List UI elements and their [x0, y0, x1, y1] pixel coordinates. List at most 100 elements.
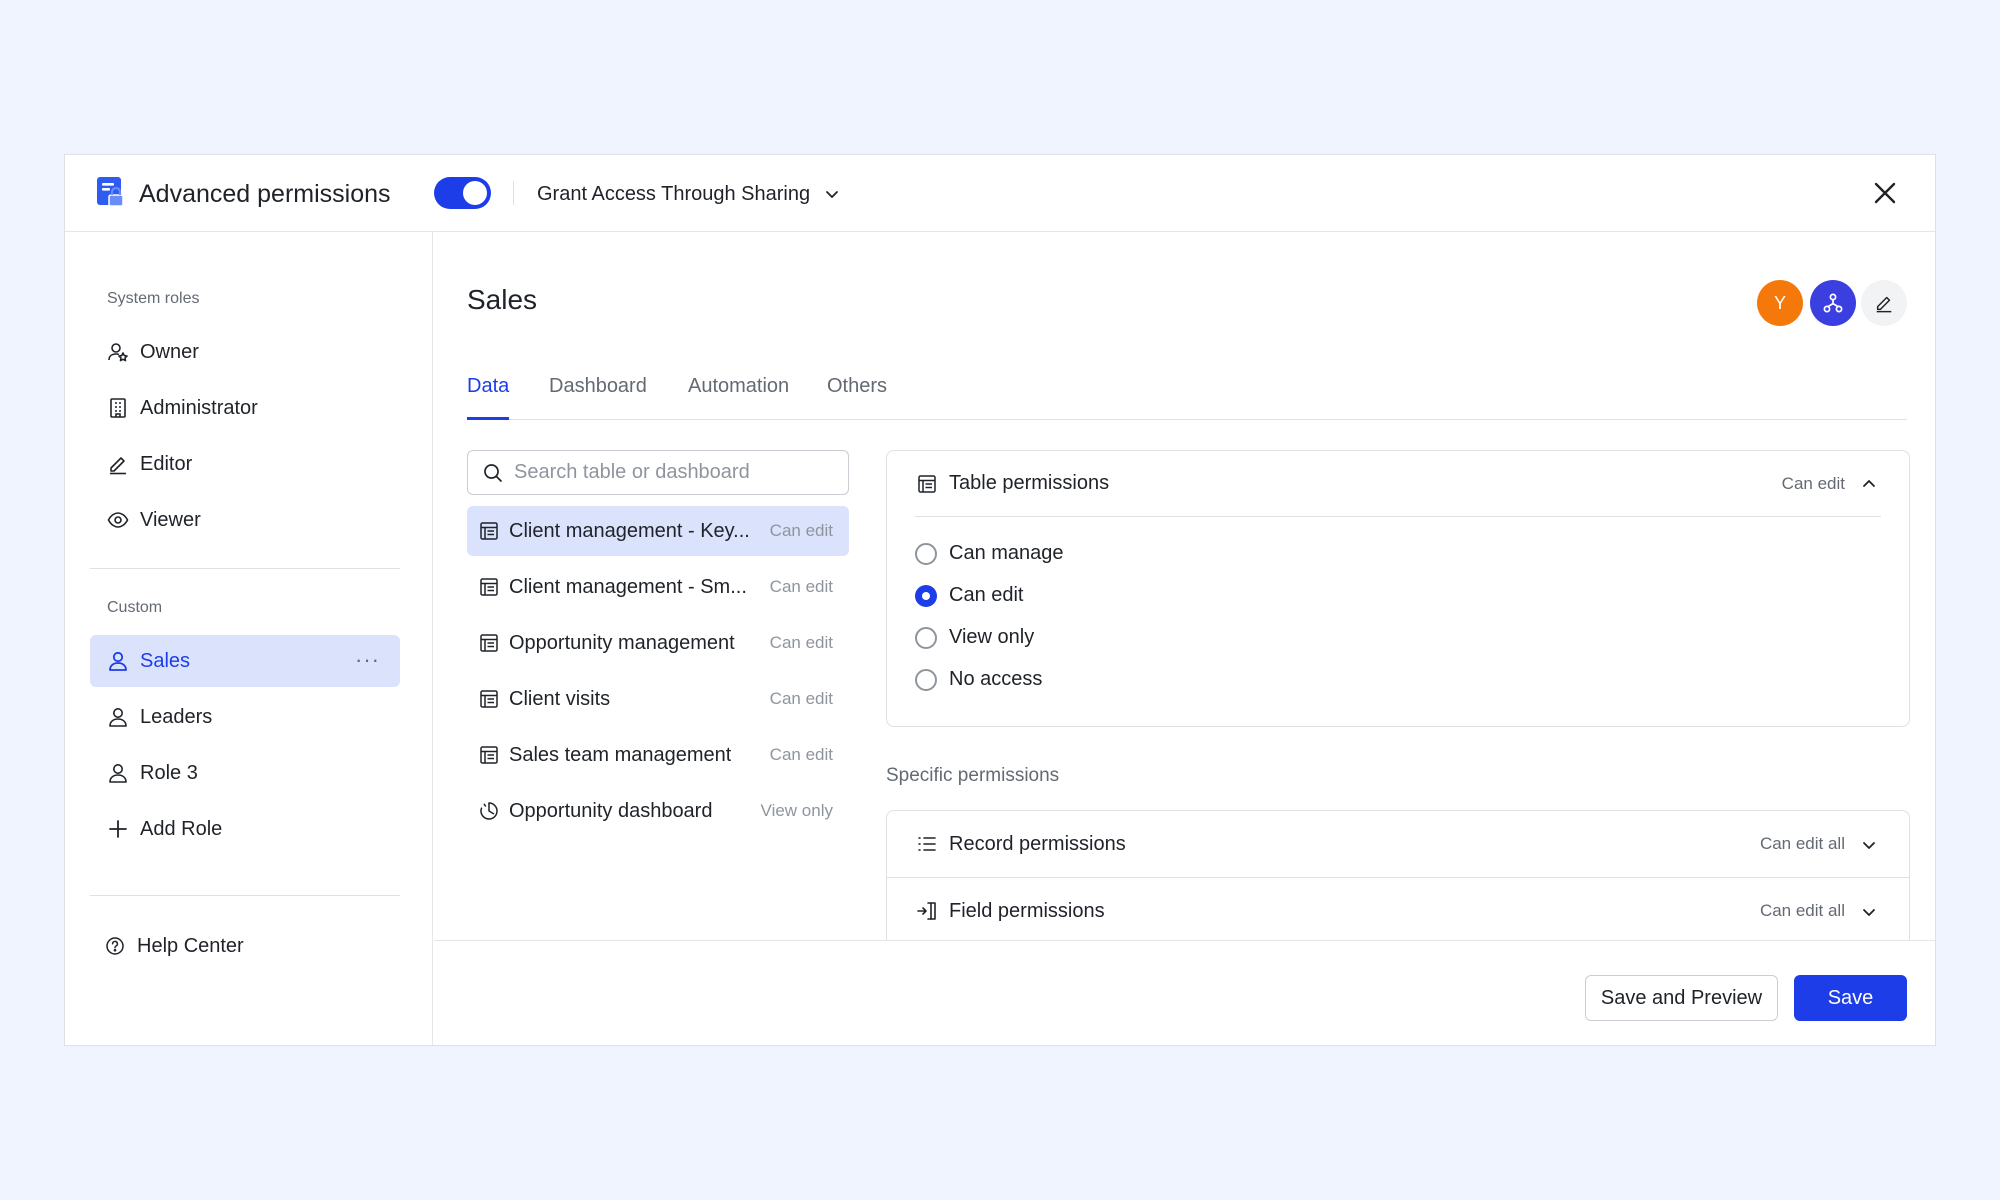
chevron-down-icon: [1863, 909, 1875, 916]
role-leaders[interactable]: Leaders: [90, 691, 400, 743]
item-name: Sales team management: [509, 743, 732, 766]
table-icon: [477, 631, 501, 655]
table-icon: [915, 472, 939, 496]
tab-label: Dashboard: [549, 375, 647, 397]
base-app-icon: [97, 177, 124, 207]
radio-button: [915, 542, 937, 565]
role-label: Leaders: [140, 705, 213, 728]
help-center-label: Help Center: [137, 934, 244, 957]
table-permissions-header[interactable]: Table permissions Can edit: [915, 451, 1881, 517]
user-star-icon: [106, 340, 130, 364]
dialog-title: Advanced permissions: [139, 180, 391, 208]
role-label: Role 3: [140, 761, 198, 784]
tab-label: Automation: [688, 375, 790, 397]
edit-members-button[interactable]: [1861, 280, 1907, 326]
user-icon: [106, 649, 130, 673]
avatar-letter: Y: [1773, 292, 1786, 313]
user-icon: [106, 705, 130, 729]
user-icon: [106, 761, 130, 785]
specific-permissions-label: Specific permissions: [886, 765, 1060, 786]
table-icon: [477, 687, 501, 711]
radio-label: Can edit: [949, 584, 1024, 606]
tab-label: Data: [467, 375, 510, 397]
header-divider: [513, 181, 514, 205]
chevron-down-icon: [1863, 842, 1875, 849]
plus-icon: [106, 817, 130, 841]
radio-can-manage[interactable]: Can manage: [915, 542, 1064, 565]
pencil-icon: [1876, 296, 1892, 313]
radio-label: View only: [949, 626, 1035, 648]
role-administrator[interactable]: Administrator: [90, 382, 400, 434]
button-label: Save and Preview: [1600, 986, 1763, 1009]
role-owner[interactable]: Owner: [90, 326, 400, 378]
grant-access-dropdown[interactable]: Grant Access Through Sharing: [537, 177, 840, 211]
search-box: [467, 450, 849, 495]
item-permission: Can edit: [769, 689, 833, 708]
roles-sidebar: System roles Owner Administrator Editor …: [65, 232, 433, 1045]
add-role-label: Add Role: [140, 817, 223, 840]
tab-dashboard[interactable]: Dashboard: [549, 375, 647, 398]
dashboard-icon: [477, 799, 501, 823]
list-item[interactable]: Client management - Key... Can edit: [467, 506, 849, 556]
radio-can-edit[interactable]: Can edit: [915, 584, 1024, 607]
save-button[interactable]: Save: [1794, 975, 1907, 1021]
org-structure-avatar[interactable]: [1810, 280, 1856, 326]
field-permissions-label: Field permissions: [949, 899, 1105, 922]
list-item[interactable]: Opportunity dashboard View only: [467, 786, 849, 836]
role-label: Viewer: [140, 508, 201, 531]
radio-button-selected: [915, 584, 937, 607]
tab-automation[interactable]: Automation: [688, 375, 789, 398]
table-permissions-value: Can edit: [1781, 473, 1845, 493]
advanced-permissions-dialog: Advanced permissions Grant Access Throug…: [64, 154, 1936, 1046]
role-detail-panel: Sales Y Data Dashboard Automation Others…: [434, 232, 1935, 1045]
item-name: Client management - Sm...: [509, 575, 747, 598]
table-permissions-card: Table permissions Can edit Can manage Ca…: [886, 450, 1910, 727]
more-options-icon[interactable]: ···: [355, 647, 380, 673]
item-permission: Can edit: [769, 633, 833, 652]
list-item[interactable]: Sales team management Can edit: [467, 730, 849, 780]
role-viewer[interactable]: Viewer: [90, 494, 400, 546]
role-label: Editor: [140, 452, 193, 475]
custom-roles-label: Custom: [107, 599, 163, 616]
save-and-preview-button[interactable]: Save and Preview: [1585, 975, 1778, 1021]
eye-icon: [106, 508, 130, 532]
role-label: Administrator: [140, 396, 258, 419]
list-icon: [915, 832, 939, 856]
item-name: Client management - Key...: [509, 519, 750, 542]
record-permissions-label: Record permissions: [949, 832, 1126, 855]
radio-view-only[interactable]: View only: [915, 626, 1034, 649]
add-role-button[interactable]: Add Role: [90, 803, 400, 855]
avatar[interactable]: Y: [1757, 280, 1803, 326]
tab-data[interactable]: Data: [467, 375, 509, 398]
radio-label: No access: [949, 668, 1043, 690]
item-name: Client visits: [509, 687, 611, 710]
list-item[interactable]: Opportunity management Can edit: [467, 618, 849, 668]
role-sales[interactable]: Sales ···: [90, 635, 400, 687]
search-icon: [484, 463, 502, 482]
close-icon[interactable]: [1867, 175, 1903, 211]
role-title: Sales: [467, 284, 538, 315]
table-icon: [477, 575, 501, 599]
record-permissions-row[interactable]: Record permissions Can edit all: [886, 810, 1910, 878]
radio-no-access[interactable]: No access: [915, 668, 1042, 691]
item-name: Opportunity dashboard: [509, 799, 713, 822]
chevron-up-icon[interactable]: [1857, 472, 1881, 496]
help-icon: [103, 934, 127, 958]
search-input[interactable]: [514, 461, 834, 484]
record-permissions-value: Can edit all: [1759, 834, 1845, 853]
table-icon: [477, 743, 501, 767]
table-icon: [477, 519, 501, 543]
tab-others[interactable]: Others: [827, 375, 887, 398]
field-permissions-row[interactable]: Field permissions Can edit all: [886, 877, 1910, 945]
list-item[interactable]: Client visits Can edit: [467, 674, 849, 724]
help-center-link[interactable]: Help Center: [87, 920, 397, 972]
field-permissions-value: Can edit all: [1759, 901, 1845, 920]
item-name: Opportunity management: [509, 631, 735, 654]
role-editor[interactable]: Editor: [90, 438, 400, 490]
role-3[interactable]: Role 3: [90, 747, 400, 799]
dialog-header: Advanced permissions Grant Access Throug…: [65, 155, 1935, 232]
permission-tabs: Data Dashboard Automation Others: [467, 367, 1907, 420]
dialog-footer: Save and Preview Save: [434, 940, 1935, 1045]
list-item[interactable]: Client management - Sm... Can edit: [467, 562, 849, 612]
advanced-permissions-toggle[interactable]: [434, 177, 491, 209]
